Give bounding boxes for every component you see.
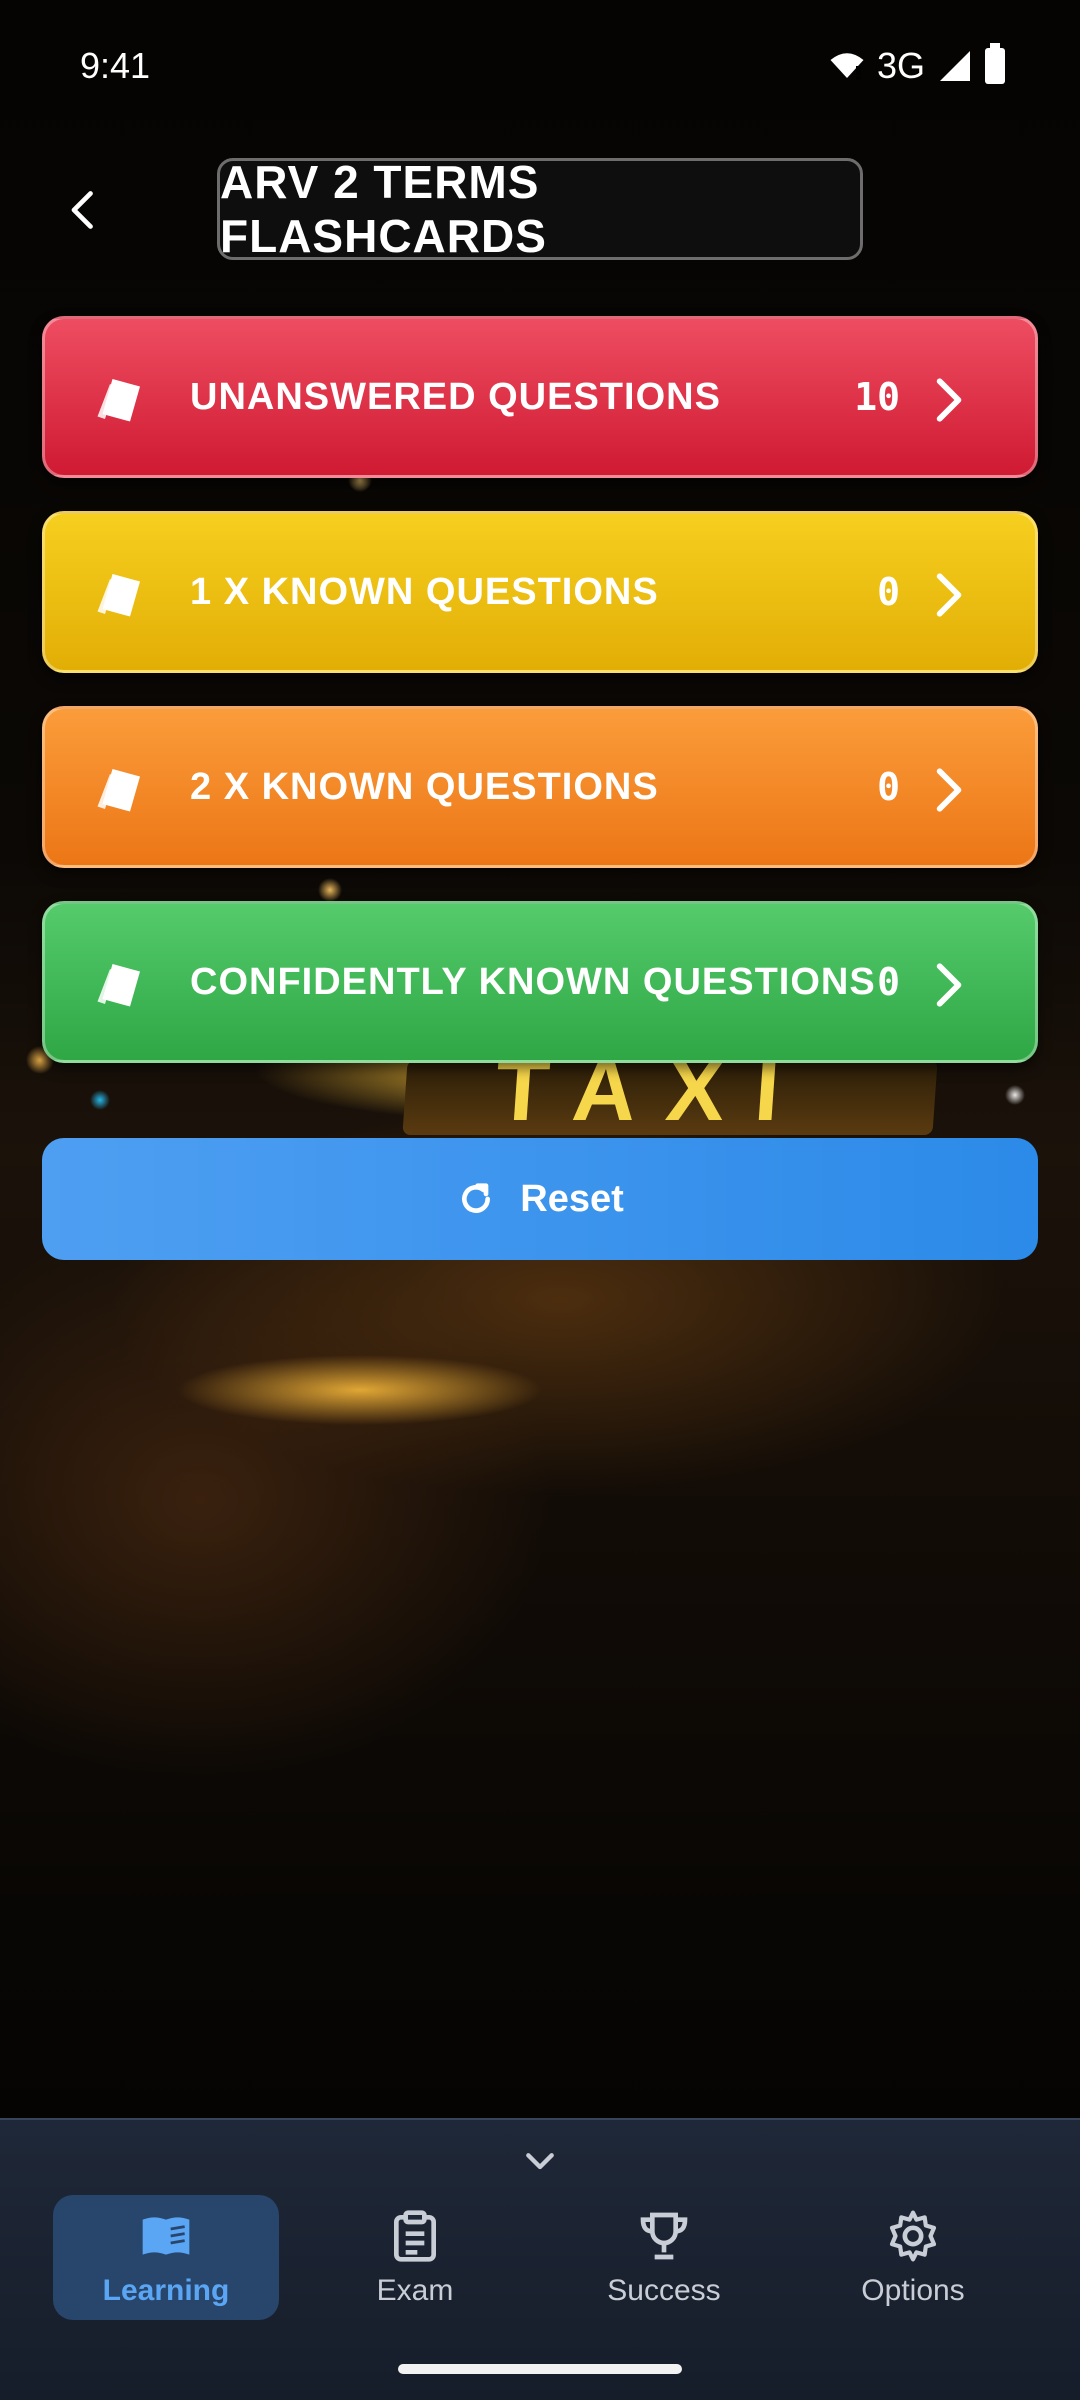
category-unanswered-button[interactable]: UNANSWERED QUESTIONS 10 xyxy=(42,316,1038,478)
chevron-right-icon xyxy=(936,768,962,812)
status-icons: 3G xyxy=(829,43,1005,87)
category-1x-known-button[interactable]: 1 X KNOWN QUESTIONS 0 xyxy=(42,511,1038,673)
category-label: UNANSWERED QUESTIONS xyxy=(190,375,721,418)
tab-exam[interactable]: Exam xyxy=(302,2195,528,2320)
gear-icon xyxy=(889,2210,937,2261)
tab-label: Learning xyxy=(102,2273,230,2307)
tab-options[interactable]: Options xyxy=(800,2195,1026,2320)
category-label: CONFIDENTLY KNOWN QUESTIONS xyxy=(190,960,876,1003)
tab-label: Success xyxy=(607,2273,721,2307)
tab-label: Options xyxy=(861,2273,965,2307)
battery-icon xyxy=(985,43,1005,84)
reset-label: Reset xyxy=(520,1177,624,1220)
category-count: 0 xyxy=(877,570,900,614)
flashcards-icon xyxy=(97,964,140,1007)
status-bar: 9:41 3G xyxy=(0,0,1080,130)
chevron-down-icon[interactable] xyxy=(515,2142,565,2182)
chevron-right-icon xyxy=(936,378,962,422)
book-icon xyxy=(142,2216,190,2255)
back-button[interactable] xyxy=(55,180,115,240)
signal-icon xyxy=(940,51,970,81)
flashcards-icon xyxy=(97,769,140,812)
home-indicator[interactable] xyxy=(398,2364,682,2374)
clipboard-icon xyxy=(394,2209,436,2262)
chevron-right-icon xyxy=(936,963,962,1007)
category-label: 2 X KNOWN QUESTIONS xyxy=(190,765,659,808)
flashcards-icon xyxy=(97,574,140,617)
tab-label: Exam xyxy=(376,2273,454,2307)
refresh-icon xyxy=(462,1183,491,1213)
chevron-left-icon xyxy=(71,191,93,229)
category-count: 10 xyxy=(854,375,900,419)
bottom-navigation: Learning Exam Success Options xyxy=(0,2118,1080,2400)
tab-learning[interactable]: Learning xyxy=(53,2195,279,2320)
trophy-icon xyxy=(640,2212,688,2259)
network-type: 3G xyxy=(876,45,925,86)
tab-success[interactable]: Success xyxy=(551,2195,777,2320)
page-title: ARV 2 TERMS FLASHCARDS xyxy=(217,156,863,262)
status-time: 9:41 xyxy=(80,45,151,86)
category-confidently-known-button[interactable]: CONFIDENTLY KNOWN QUESTIONS 0 xyxy=(42,901,1038,1063)
flashcards-icon xyxy=(97,379,140,422)
category-label: 1 X KNOWN QUESTIONS xyxy=(190,570,659,613)
category-count: 0 xyxy=(877,765,900,809)
wifi-icon xyxy=(830,53,864,80)
category-count: 0 xyxy=(877,960,900,1004)
reset-button[interactable]: Reset xyxy=(42,1138,1038,1260)
category-2x-known-button[interactable]: 2 X KNOWN QUESTIONS 0 xyxy=(42,706,1038,868)
taxi-sign-photo: TAXI xyxy=(402,1040,938,1139)
chevron-right-icon xyxy=(936,573,962,617)
